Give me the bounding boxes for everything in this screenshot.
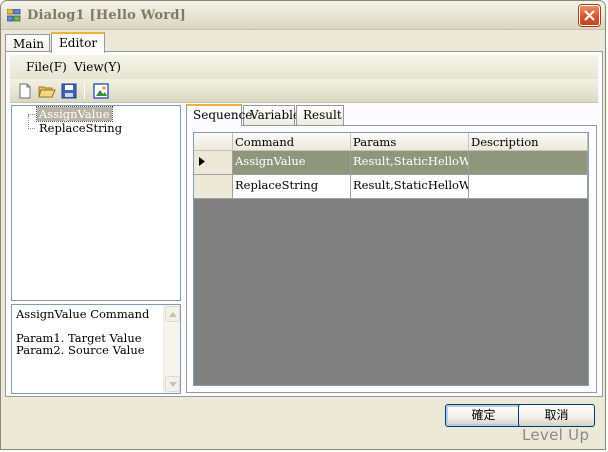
cancel-button[interactable]: 取消 <box>518 404 595 427</box>
column-header-params[interactable]: Params <box>351 133 469 151</box>
tree-connector <box>28 115 29 129</box>
menu-bar: File(F) View(Y) <box>10 55 598 79</box>
grid-row[interactable]: AssignValue Result,StaticHelloWorld <box>194 151 588 175</box>
cell-params[interactable]: Result,StaticHelloWor... <box>351 175 469 199</box>
tree-connector <box>28 114 35 115</box>
new-file-icon[interactable] <box>16 82 34 100</box>
toolbar <box>10 79 598 103</box>
cell-description[interactable] <box>469 175 588 199</box>
close-button[interactable] <box>579 5 600 26</box>
current-row-arrow-icon <box>199 157 205 166</box>
grid-corner-header[interactable] <box>194 133 233 151</box>
cell-command[interactable]: AssignValue <box>233 151 351 175</box>
cell-params[interactable]: Result,StaticHelloWorld <box>351 151 469 175</box>
chevron-up-icon <box>169 312 177 317</box>
watermark-text: Level Up <box>522 426 590 444</box>
row-header[interactable] <box>194 175 233 199</box>
chevron-down-icon <box>169 382 177 387</box>
open-folder-icon[interactable] <box>38 82 56 100</box>
window-title: Dialog1 [Hello Word] <box>27 8 186 23</box>
tab-main[interactable]: Main <box>5 34 50 52</box>
sequence-tab-page: Command Params Description AssignValue R… <box>186 125 597 393</box>
command-description-box[interactable]: AssignValue Command Param1. Target Value… <box>11 304 181 394</box>
cell-command[interactable]: ReplaceString <box>233 175 351 199</box>
tree-node-assignvalue[interactable]: AssignValue <box>36 106 113 122</box>
menu-view[interactable]: View(Y) <box>74 60 121 74</box>
tab-sequence[interactable]: Sequence <box>186 104 252 126</box>
command-description-text: AssignValue Command Param1. Target Value… <box>16 307 150 357</box>
description-scrollbar[interactable] <box>163 305 180 393</box>
cell-description[interactable] <box>469 151 588 175</box>
editor-tab-page: File(F) View(Y) AssignValue ReplaceStrin… <box>5 51 603 397</box>
column-header-description[interactable]: Description <box>469 133 588 151</box>
image-icon[interactable] <box>92 82 110 100</box>
app-icon <box>6 8 21 22</box>
sequence-grid[interactable]: Command Params Description AssignValue R… <box>193 132 589 386</box>
scroll-down-button[interactable] <box>165 376 180 392</box>
tree-node-replacestring[interactable]: ReplaceString <box>37 121 124 135</box>
toolbar-separator <box>84 83 85 99</box>
title-bar[interactable]: Dialog1 [Hello Word] <box>1 1 605 30</box>
save-icon[interactable] <box>60 82 78 100</box>
tree-connector <box>28 128 35 129</box>
dialog-window: Dialog1 [Hello Word] Main Editor File(F)… <box>0 0 606 450</box>
row-header[interactable] <box>194 151 233 175</box>
tab-editor[interactable]: Editor <box>51 32 105 53</box>
scroll-up-button[interactable] <box>165 306 180 322</box>
ok-button[interactable]: 確定 <box>445 404 522 427</box>
grid-header-row: Command Params Description <box>194 133 588 151</box>
tab-result[interactable]: Result <box>296 105 344 125</box>
grid-row[interactable]: ReplaceString Result,StaticHelloWor... <box>194 175 588 199</box>
command-tree[interactable]: AssignValue ReplaceString <box>11 105 181 301</box>
menu-file[interactable]: File(F) <box>26 60 67 74</box>
close-icon <box>584 10 595 21</box>
column-header-command[interactable]: Command <box>233 133 351 151</box>
